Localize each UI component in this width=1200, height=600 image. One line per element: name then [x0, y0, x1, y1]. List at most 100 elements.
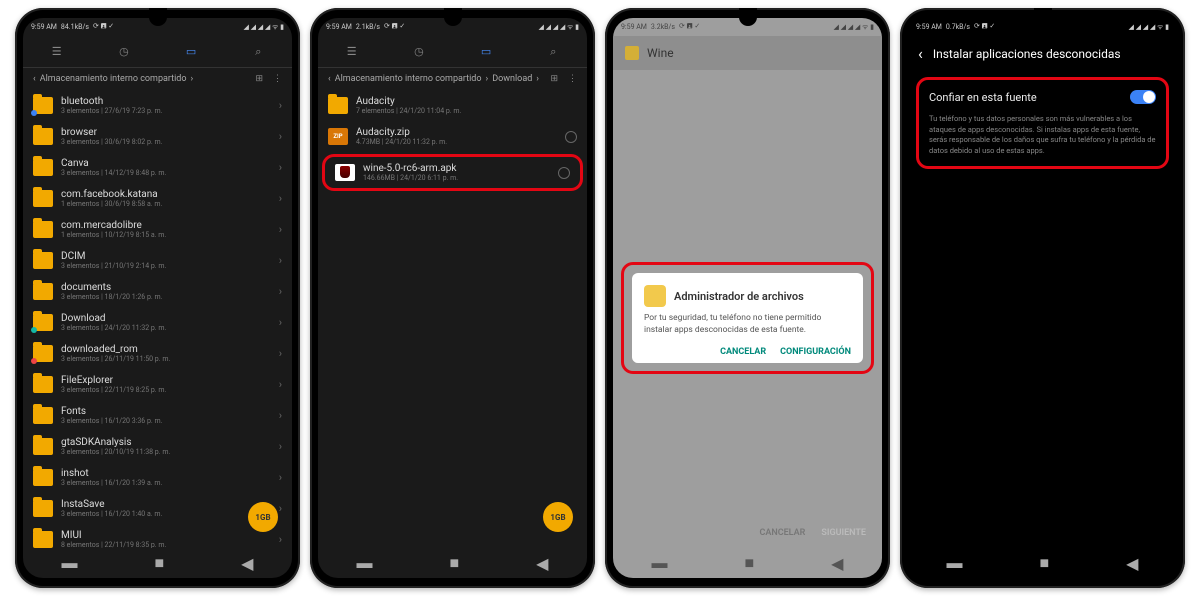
item-meta: 1 elementos | 10/12/19 8:15 a. m. [61, 231, 271, 239]
phone-3: 9:59 AM3.2kB/s⟳ 🖪 ✓ ◢ ◢ ◢ ◢ ᯤ ▮ Wine Adm… [605, 8, 890, 588]
nav-recent[interactable]: ▬ [652, 553, 668, 573]
chevron-right-icon: › [279, 254, 282, 267]
item-name: inshot [61, 468, 271, 479]
status-net: 84.1kB/s [61, 23, 89, 31]
list-item[interactable]: Download3 elementos | 24/1/20 11:32 p. m… [23, 307, 292, 338]
list-item[interactable]: browser3 elementos | 30/6/19 8:02 p. m.› [23, 121, 292, 152]
folder-icon [328, 97, 348, 114]
breadcrumb-root: Almacenamiento interno compartido [335, 74, 482, 84]
item-meta: 3 elementos | 26/11/19 11:50 p. m. [61, 355, 271, 363]
item-name: Canva [61, 158, 271, 169]
radio-select[interactable] [565, 131, 577, 143]
tab-recent[interactable]: ◷ [385, 45, 452, 58]
item-meta: 8 elementos | 22/11/19 8:35 p. m. [61, 541, 271, 548]
breadcrumb[interactable]: ‹ Almacenamiento interno compartido › Do… [318, 68, 587, 90]
list-item[interactable]: downloaded_rom3 elementos | 26/11/19 11:… [23, 338, 292, 369]
tab-search[interactable]: ⌕ [225, 45, 292, 59]
footer-cancel[interactable]: CANCELAR [759, 528, 805, 538]
notch [149, 8, 167, 26]
notch [1034, 8, 1052, 26]
chevron-right-icon: › [279, 161, 282, 174]
nav-home[interactable]: ■ [450, 553, 460, 573]
item-meta: 3 elementos | 22/11/19 8:25 p. m. [61, 386, 271, 394]
item-name: com.mercadolibre [61, 220, 271, 231]
tab-recent[interactable]: ◷ [90, 45, 157, 58]
nav-home[interactable]: ■ [1040, 553, 1050, 573]
more-icon[interactable]: ⋮ [273, 74, 282, 84]
folder-icon [33, 438, 53, 455]
item-meta: 3 elementos | 24/1/20 11:32 p. m. [61, 324, 271, 332]
list-item[interactable]: inshot3 elementos | 16/1/20 1:39 a. m. › [23, 462, 292, 493]
chevron-right-icon: › [279, 347, 282, 360]
more-icon[interactable]: ⋮ [568, 74, 577, 84]
item-meta: 3 elementos | 16/1/20 3:36 p. m. [61, 417, 271, 425]
chevron-right-icon: › [279, 440, 282, 453]
grid-icon[interactable]: ⊞ [550, 74, 558, 84]
back-icon[interactable]: ‹ [918, 44, 923, 63]
screen-1: 9:59 AM84.1kB/s⟳ 🖪 ✓ ◢ ◢ ◢ ◢ ᯤ ▮ ☰ ◷ ▭ ⌕… [23, 18, 292, 578]
grid-icon[interactable]: ⊞ [255, 74, 263, 84]
list-item[interactable]: com.facebook.katana1 elementos | 30/6/19… [23, 183, 292, 214]
status-icons: ⟳ 🖪 ✓ [384, 22, 405, 33]
storage-fab[interactable]: 1GB [248, 502, 278, 532]
item-name: Download [61, 313, 271, 324]
item-meta: 3 elementos | 14/12/19 8:48 p. m. [61, 169, 271, 177]
folder-icon [33, 97, 53, 114]
list-item[interactable]: ZIPAudacity.zip4.73MB | 24/1/20 11:32 p.… [318, 121, 587, 152]
item-meta: 146.66MB | 24/1/20 6:11 p. m. [363, 174, 550, 182]
folder-icon [33, 531, 53, 548]
item-name: downloaded_rom [61, 344, 271, 355]
item-name: wine-5.0-rc6-arm.apk [363, 163, 550, 174]
storage-fab[interactable]: 1GB [543, 502, 573, 532]
nav-recent[interactable]: ▬ [357, 553, 373, 573]
status-time: 9:59 AM [916, 23, 942, 31]
radio-select[interactable] [558, 167, 570, 179]
list-item[interactable]: com.mercadolibre1 elementos | 10/12/19 8… [23, 214, 292, 245]
cancel-button[interactable]: CANCELAR [720, 347, 766, 357]
trust-toggle[interactable] [1130, 90, 1156, 104]
nav-home[interactable]: ■ [155, 553, 165, 573]
nav-back[interactable]: ◀ [1126, 554, 1138, 573]
chevron-right-icon: › [279, 130, 282, 143]
status-net: 3.2kB/s [651, 23, 675, 31]
chevron-right-icon: › [279, 285, 282, 298]
nav-back[interactable]: ◀ [831, 554, 843, 573]
list-item[interactable]: DCIM3 elementos | 21/10/19 2:14 p. m.› [23, 245, 292, 276]
nav-recent[interactable]: ▬ [62, 553, 78, 573]
screen-3: 9:59 AM3.2kB/s⟳ 🖪 ✓ ◢ ◢ ◢ ◢ ᯤ ▮ Wine Adm… [613, 18, 882, 578]
list-item[interactable]: Canva3 elementos | 14/12/19 8:48 p. m. › [23, 152, 292, 183]
item-meta: 3 elementos | 20/10/19 11:38 p. m. [61, 448, 271, 456]
nav-back[interactable]: ◀ [536, 554, 548, 573]
list-item[interactable]: Audacity7 elementos | 24/1/20 11:04 p. m… [318, 90, 587, 121]
tab-search[interactable]: ⌕ [520, 45, 587, 59]
tab-menu[interactable]: ☰ [23, 45, 90, 58]
chevron-right-icon: › [279, 223, 282, 236]
tab-menu[interactable]: ☰ [318, 45, 385, 58]
list-item[interactable]: Fonts3 elementos | 16/1/20 3:36 p. m.› [23, 400, 292, 431]
list-item[interactable]: bluetooth3 elementos | 27/6/19 7:23 p. m… [23, 90, 292, 121]
breadcrumb-back[interactable]: ‹ [33, 74, 36, 84]
breadcrumb-back[interactable]: ‹ [328, 74, 331, 84]
nav-back[interactable]: ◀ [241, 554, 253, 573]
trust-row[interactable]: Confiar en esta fuente [929, 90, 1156, 104]
item-meta: 3 elementos | 18/1/20 1:26 p. m. [61, 293, 271, 301]
dialog-title: Administrador de archivos [674, 290, 804, 303]
phone-2: 9:59 AM2.1kB/s⟳ 🖪 ✓ ◢ ◢ ◢ ◢ ᯤ ▮ ☰ ◷ ▭ ⌕ … [310, 8, 595, 588]
item-meta: 3 elementos | 16/1/20 1:39 a. m. [61, 479, 271, 487]
notch [739, 8, 757, 26]
nav-recent[interactable]: ▬ [947, 553, 963, 573]
nav-home[interactable]: ■ [745, 553, 755, 573]
tab-folder[interactable]: ▭ [453, 45, 520, 58]
status-icons: ⟳ 🖪 ✓ [679, 22, 700, 33]
folder-icon [33, 128, 53, 145]
breadcrumb[interactable]: ‹ Almacenamiento interno compartido › ⊞⋮ [23, 68, 292, 90]
chevron-right-icon: › [279, 378, 282, 391]
config-button[interactable]: CONFIGURACIÓN [780, 347, 851, 357]
list-item[interactable]: FileExplorer3 elementos | 22/11/19 8:25 … [23, 369, 292, 400]
tab-folder[interactable]: ▭ [158, 45, 225, 58]
list-item[interactable]: documents3 elementos | 18/1/20 1:26 p. m… [23, 276, 292, 307]
wine-icon [625, 46, 639, 60]
chevron-right-icon: › [279, 471, 282, 484]
list-item[interactable]: wine-5.0-rc6-arm.apk146.66MB | 24/1/20 6… [322, 154, 583, 191]
list-item[interactable]: gtaSDKAnalysis3 elementos | 20/10/19 11:… [23, 431, 292, 462]
